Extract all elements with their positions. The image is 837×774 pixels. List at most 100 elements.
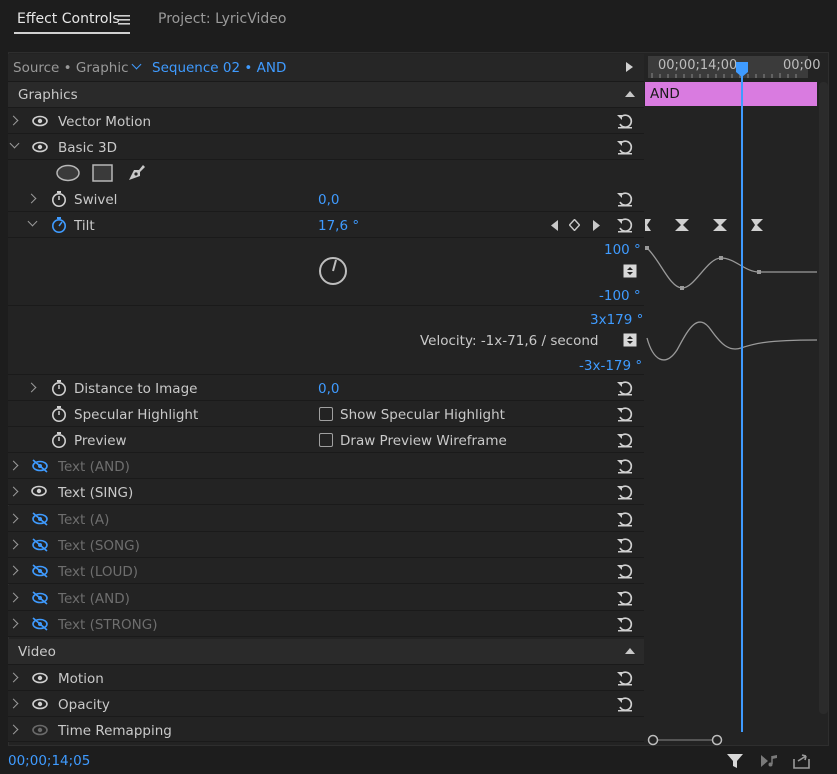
effect-row-motion[interactable]: Motion: [8, 665, 644, 691]
reset-icon[interactable]: [616, 563, 634, 579]
playhead-line[interactable]: [741, 62, 743, 732]
playhead-handle[interactable]: [736, 62, 749, 78]
sequence-link[interactable]: Sequence 02 • AND: [152, 60, 286, 76]
graphic-clip-bar[interactable]: AND: [645, 82, 817, 106]
rectangle-mask-icon[interactable]: [92, 164, 114, 182]
prev-keyframe-icon[interactable]: [551, 220, 559, 231]
tilt-value[interactable]: 17,6 °: [318, 218, 359, 234]
pen-mask-icon[interactable]: [125, 162, 147, 184]
reset-icon[interactable]: [616, 670, 634, 686]
chevron-right-icon[interactable]: [8, 618, 19, 629]
specular-checkbox[interactable]: [319, 407, 333, 421]
chevron-right-icon[interactable]: [8, 486, 19, 497]
ellipse-mask-icon[interactable]: [56, 164, 80, 182]
add-keyframe-icon[interactable]: [569, 219, 580, 231]
tilt-value-curve[interactable]: [645, 240, 817, 304]
reset-icon[interactable]: [616, 616, 634, 632]
chevron-down-icon[interactable]: [9, 138, 20, 149]
chevron-right-icon[interactable]: [26, 382, 37, 393]
eye-icon[interactable]: [31, 485, 47, 497]
video-section-header[interactable]: Video: [8, 639, 644, 665]
property-row-preview[interactable]: Preview Draw Preview Wireframe: [8, 427, 644, 453]
wireframe-checkbox[interactable]: [319, 433, 333, 447]
graphics-section-header[interactable]: Graphics: [8, 82, 644, 108]
tab-effect-controls[interactable]: Effect Controls: [17, 11, 120, 27]
eye-hidden-icon[interactable]: [31, 459, 49, 473]
chevron-right-icon[interactable]: [8, 672, 19, 683]
effect-row-vector-motion[interactable]: Vector Motion: [8, 108, 644, 134]
audio-only-icon[interactable]: [759, 753, 779, 769]
reset-icon[interactable]: [616, 590, 634, 606]
reset-icon[interactable]: [616, 380, 634, 396]
layer-row[interactable]: Text (AND): [8, 453, 644, 479]
tilt-keyframe-track[interactable]: [645, 216, 817, 236]
collapse-caret-icon[interactable]: [625, 648, 635, 654]
property-row-specular[interactable]: Specular Highlight Show Specular Highlig…: [8, 401, 644, 427]
chevron-right-icon[interactable]: [8, 724, 19, 735]
graph-scale-icon[interactable]: [623, 333, 637, 347]
tilt-velocity-curve[interactable]: [645, 310, 817, 374]
wireframe-checkbox-label[interactable]: Draw Preview Wireframe: [340, 433, 507, 449]
reset-icon[interactable]: [616, 458, 634, 474]
source-clip-label[interactable]: Source • Graphic: [13, 60, 129, 76]
eye-icon[interactable]: [32, 141, 48, 153]
layer-row[interactable]: Text (AND): [8, 584, 644, 611]
chevron-right-icon[interactable]: [26, 193, 37, 204]
layer-row[interactable]: Text (LOUD): [8, 558, 644, 585]
angle-dial[interactable]: [318, 256, 348, 286]
chevron-down-icon[interactable]: [27, 216, 38, 227]
vertical-scrollbar[interactable]: [819, 82, 828, 714]
stopwatch-icon[interactable]: [51, 190, 67, 208]
effect-row-opacity[interactable]: Opacity: [8, 691, 644, 717]
filter-icon[interactable]: [727, 754, 745, 770]
reset-icon[interactable]: [616, 139, 634, 155]
swivel-value[interactable]: 0,0: [318, 192, 339, 208]
property-row-tilt[interactable]: Tilt 17,6 °: [8, 212, 644, 238]
eye-hidden-icon[interactable]: [31, 564, 49, 578]
export-icon[interactable]: [792, 752, 812, 770]
reset-icon[interactable]: [616, 406, 634, 422]
chevron-right-icon[interactable]: [8, 115, 19, 126]
timeline-zoom-scrollbar[interactable]: [646, 734, 746, 746]
graph-scale-icon[interactable]: [623, 264, 637, 278]
collapse-caret-icon[interactable]: [625, 91, 635, 97]
eye-icon[interactable]: [32, 698, 48, 710]
chevron-right-icon[interactable]: [8, 592, 19, 602]
chevron-right-icon[interactable]: [8, 539, 19, 550]
stopwatch-icon[interactable]: [51, 405, 67, 423]
reset-icon[interactable]: [616, 217, 634, 233]
property-row-distance[interactable]: Distance to Image 0,0: [8, 375, 644, 401]
reset-icon[interactable]: [616, 511, 634, 527]
chevron-down-icon[interactable]: [131, 59, 142, 70]
reset-icon[interactable]: [616, 696, 634, 712]
layer-row[interactable]: Text (SONG): [8, 531, 644, 558]
current-timecode[interactable]: 00;00;14;05: [8, 753, 90, 769]
eye-hidden-icon[interactable]: [31, 590, 49, 605]
reset-icon[interactable]: [616, 113, 634, 129]
eye-icon[interactable]: [32, 672, 48, 684]
chevron-right-icon[interactable]: [8, 460, 19, 471]
specular-checkbox-label[interactable]: Show Specular Highlight: [340, 407, 505, 423]
show-timeline-toggle[interactable]: [626, 62, 633, 72]
eye-hidden-icon[interactable]: [31, 617, 49, 631]
chevron-right-icon[interactable]: [8, 698, 19, 709]
chevron-right-icon[interactable]: [8, 565, 19, 576]
stopwatch-icon[interactable]: [51, 379, 67, 397]
eye-hidden-icon[interactable]: [31, 511, 49, 526]
reset-icon[interactable]: [616, 432, 634, 448]
reset-icon[interactable]: [616, 537, 634, 553]
eye-hidden-icon[interactable]: [31, 538, 49, 552]
chevron-right-icon[interactable]: [8, 513, 19, 524]
keyframe-timeline[interactable]: [645, 82, 817, 732]
stopwatch-icon[interactable]: [51, 431, 67, 449]
stopwatch-animated-icon[interactable]: [51, 216, 67, 234]
tab-project[interactable]: Project: LyricVideo: [158, 11, 286, 27]
reset-icon[interactable]: [616, 484, 634, 500]
layer-row[interactable]: Text (SING): [8, 479, 644, 506]
effect-row-basic3d[interactable]: Basic 3D: [8, 134, 644, 160]
layer-row[interactable]: Text (STRONG): [8, 610, 644, 637]
next-keyframe-icon[interactable]: [592, 220, 600, 231]
eye-icon[interactable]: [32, 115, 48, 127]
effect-row-time-remapping[interactable]: Time Remapping: [8, 717, 644, 742]
layer-row[interactable]: Text (A): [8, 505, 644, 532]
